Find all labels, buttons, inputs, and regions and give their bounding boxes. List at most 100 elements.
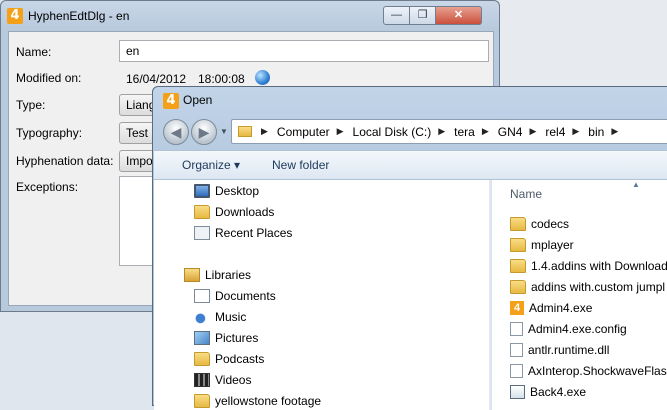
breadcrumb-rel4[interactable]: rel4 xyxy=(545,125,565,139)
file-item[interactable]: Back4.exe xyxy=(510,383,586,401)
file-icon xyxy=(510,343,523,357)
nav-item-label: Pictures xyxy=(215,331,259,345)
nav-item-pictures[interactable]: Pictures xyxy=(194,329,258,347)
file-item[interactable]: antlr.runtime.dll xyxy=(510,341,609,359)
file-icon xyxy=(510,322,523,336)
navigation-pane[interactable]: Desktop Downloads Recent Places Librarie… xyxy=(154,180,489,410)
file-item-label: codecs xyxy=(531,217,570,231)
maximize-button[interactable]: ❐ xyxy=(410,6,436,25)
nav-item-downloads[interactable]: Downloads xyxy=(194,203,274,221)
nav-item-label: Music xyxy=(215,310,247,324)
exceptions-label: Exceptions: xyxy=(16,180,79,194)
music-icon xyxy=(194,310,210,324)
file-item[interactable]: addins with.custom jumpl xyxy=(510,278,665,296)
file-item[interactable]: 1.4.addins with Downloade xyxy=(510,257,667,275)
file-item-label: Admin4.exe.config xyxy=(528,322,627,336)
file-item[interactable]: 4 Admin4.exe xyxy=(510,299,592,317)
folder-icon xyxy=(510,280,526,294)
name-label: Name: xyxy=(16,45,52,59)
breadcrumb-computer[interactable]: Computer xyxy=(277,125,330,139)
libraries-icon xyxy=(184,268,200,282)
breadcrumb-gn4[interactable]: GN4 xyxy=(498,125,523,139)
breadcrumb-local-disk[interactable]: Local Disk (C:) xyxy=(353,125,432,139)
breadcrumb-separator[interactable]: ▶ xyxy=(611,126,618,137)
documents-icon xyxy=(194,289,210,303)
recent-locations-dropdown[interactable]: ▼ xyxy=(220,127,228,136)
nav-item-label: yellowstone footage xyxy=(215,394,322,408)
hyphenation-data-label: Hyphenation data: xyxy=(16,154,114,168)
recent-places-icon xyxy=(194,226,210,240)
name-value: en xyxy=(126,44,140,58)
file-item[interactable]: AxInterop.ShockwaveFlash xyxy=(510,362,667,380)
file-item-label: antlr.runtime.dll xyxy=(528,343,610,357)
nav-item-podcasts[interactable]: Podcasts xyxy=(194,350,264,368)
nav-item-recent-places[interactable]: Recent Places xyxy=(194,224,292,242)
nav-item-label: Documents xyxy=(215,289,276,303)
modified-date: 16/04/2012 xyxy=(126,72,187,86)
folder-icon xyxy=(510,259,526,273)
nav-item-label: Videos xyxy=(215,373,252,387)
breadcrumb: ▶ Computer ▶ Local Disk (C:) ▶ tera ▶ GN… xyxy=(254,120,627,143)
sort-ascending-icon: ▲ xyxy=(632,180,640,189)
window-title: Open xyxy=(183,93,213,107)
file-item[interactable]: mplayer xyxy=(510,236,574,254)
new-folder-button[interactable]: New folder xyxy=(272,158,329,172)
breadcrumb-separator[interactable]: ▶ xyxy=(438,126,445,137)
exe-icon xyxy=(510,385,525,399)
pictures-icon xyxy=(194,331,210,345)
close-button[interactable]: ✕ xyxy=(436,6,482,25)
app-logo-icon: 4 xyxy=(163,93,179,109)
column-header-name[interactable]: Name xyxy=(510,187,542,201)
modified-label: Modified on: xyxy=(16,71,82,85)
breadcrumb-bin[interactable]: bin xyxy=(588,125,604,139)
open-file-dialog: 4 Open ◀ ▶ ▼ ▶ Computer ▶ Local Disk (C:… xyxy=(152,86,667,410)
back-button[interactable]: ◀ xyxy=(163,119,189,145)
nav-item-label: Podcasts xyxy=(215,352,265,366)
globe-icon[interactable] xyxy=(255,70,270,85)
file-item-label: Admin4.exe xyxy=(529,301,593,315)
folder-icon xyxy=(194,394,210,408)
name-field[interactable]: en xyxy=(119,40,489,62)
window-title: HyphenEdtDlg - en xyxy=(28,9,130,23)
file-item[interactable]: codecs xyxy=(510,215,569,233)
breadcrumb-separator[interactable]: ▶ xyxy=(337,126,344,137)
forward-button[interactable]: ▶ xyxy=(191,119,217,145)
file-icon xyxy=(510,364,523,378)
file-item-label: Back4.exe xyxy=(530,385,587,399)
type-label: Type: xyxy=(16,98,46,112)
file-item-label: 1.4.addins with Downloade xyxy=(531,259,667,273)
desktop-icon xyxy=(194,184,210,198)
app4-icon: 4 xyxy=(510,301,524,315)
folder-icon xyxy=(194,352,210,366)
folder-icon xyxy=(194,205,210,219)
nav-item-documents[interactable]: Documents xyxy=(194,287,276,305)
nav-item-desktop[interactable]: Desktop xyxy=(194,182,259,200)
breadcrumb-separator[interactable]: ▶ xyxy=(529,126,536,137)
file-item-label: addins with.custom jumpl xyxy=(531,280,666,294)
command-bar: Organize ▾ New folder xyxy=(154,150,667,180)
title-bar[interactable]: 4 HyphenEdtDlg - en — ❐ ✕ xyxy=(1,1,499,31)
nav-item-label: Libraries xyxy=(205,268,252,282)
breadcrumb-tera[interactable]: tera xyxy=(454,125,475,139)
folder-icon xyxy=(510,217,526,231)
file-item[interactable]: Admin4.exe.config xyxy=(510,320,627,338)
modified-time: 18:00:08 xyxy=(198,72,245,86)
typography-label: Typography: xyxy=(16,126,83,140)
breadcrumb-separator[interactable]: ▶ xyxy=(482,126,489,137)
videos-icon xyxy=(194,373,210,387)
app-logo-icon: 4 xyxy=(7,8,23,24)
nav-item-libraries[interactable]: Libraries xyxy=(184,266,251,284)
folder-icon xyxy=(238,126,252,137)
breadcrumb-separator[interactable]: ▶ xyxy=(572,126,579,137)
folder-icon xyxy=(510,238,526,252)
minimize-button[interactable]: — xyxy=(383,6,410,25)
file-item-label: AxInterop.ShockwaveFlash xyxy=(528,364,667,378)
nav-item-yellowstone-footage[interactable]: yellowstone footage xyxy=(194,392,321,410)
nav-item-music[interactable]: Music xyxy=(194,308,246,326)
address-bar[interactable]: ▶ Computer ▶ Local Disk (C:) ▶ tera ▶ GN… xyxy=(231,119,667,144)
organize-button[interactable]: Organize ▾ xyxy=(182,158,240,172)
breadcrumb-separator[interactable]: ▶ xyxy=(261,126,268,137)
file-list[interactable]: ▲ Name codecs mplayer 1.4.addins with Do… xyxy=(491,180,667,410)
nav-item-videos[interactable]: Videos xyxy=(194,371,251,389)
file-item-label: mplayer xyxy=(531,238,574,252)
